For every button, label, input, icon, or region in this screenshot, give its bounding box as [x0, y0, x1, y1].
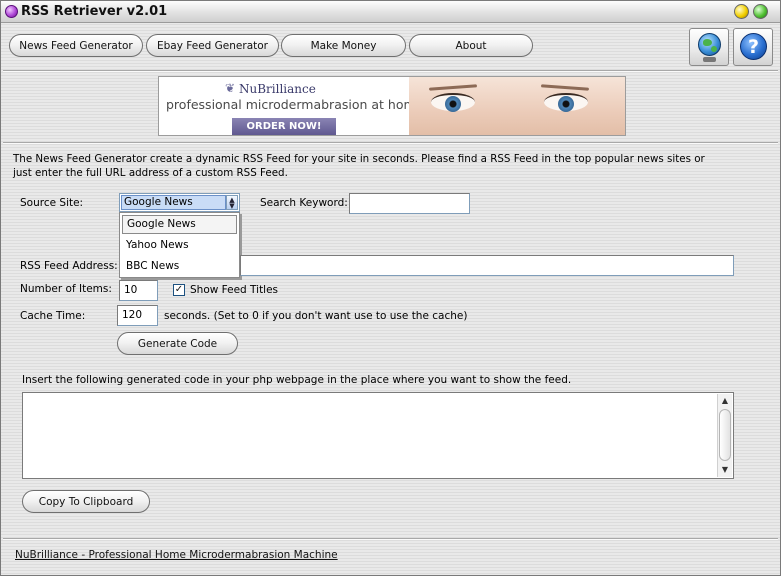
- code-scrollbar[interactable]: ▲ ▼: [717, 394, 732, 477]
- app-icon: [5, 5, 18, 18]
- banner-divider: [3, 142, 778, 144]
- cache-time-label: Cache Time:: [20, 310, 86, 322]
- source-site-selected-value: Google News: [121, 195, 226, 210]
- source-site-dropdown: Google News Yahoo News BBC News: [119, 212, 240, 278]
- dropdown-option-yahoo-news[interactable]: Yahoo News: [122, 236, 237, 255]
- web-button[interactable]: [689, 28, 729, 66]
- tab-news-feed-generator[interactable]: News Feed Generator: [9, 34, 143, 57]
- source-site-label: Source Site:: [20, 197, 84, 209]
- banner-eye-left: [431, 93, 475, 112]
- banner-iris-left: [445, 96, 461, 112]
- number-of-items-label: Number of Items:: [20, 283, 112, 295]
- footer-divider: [3, 538, 778, 540]
- app-window: RSS Retriever v2.01 News Feed Generator …: [0, 0, 781, 576]
- banner-brow-right: [540, 84, 590, 91]
- window-title: RSS Retriever v2.01: [21, 4, 168, 19]
- search-keyword-input[interactable]: [349, 193, 470, 214]
- dropdown-option-bbc-news[interactable]: BBC News: [122, 257, 237, 276]
- help-icon: ?: [740, 33, 767, 60]
- brand-logo-icon: ❦: [225, 81, 236, 95]
- copy-to-clipboard-button[interactable]: Copy To Clipboard: [22, 490, 150, 513]
- show-feed-titles-label: Show Feed Titles: [190, 284, 279, 296]
- chevron-updown-icon[interactable]: ▲ ▼: [226, 195, 238, 210]
- tab-make-money[interactable]: Make Money: [281, 34, 406, 57]
- tab-about[interactable]: About: [409, 34, 533, 57]
- banner-iris-right: [558, 96, 574, 112]
- globe-icon: [698, 33, 721, 56]
- banner-face-image: [409, 77, 625, 135]
- globe-stand-icon: [703, 57, 716, 62]
- scroll-down-icon[interactable]: ▼: [718, 463, 732, 477]
- source-site-select[interactable]: Google News ▲ ▼: [119, 193, 240, 212]
- maximize-button[interactable]: [753, 4, 768, 19]
- search-keyword-label: Search Keyword:: [260, 197, 348, 209]
- banner-brow-left: [428, 84, 478, 91]
- order-now-button[interactable]: ORDER NOW!: [232, 118, 336, 135]
- cache-time-hint: seconds. (Set to 0 if you don't want use…: [164, 310, 468, 322]
- show-feed-titles-checkbox[interactable]: ✓: [173, 284, 185, 296]
- footer-ad-link[interactable]: NuBrilliance - Professional Home Microde…: [15, 549, 338, 561]
- number-of-items-input[interactable]: 10: [119, 280, 158, 301]
- banner-brand: NuBrilliance: [239, 82, 316, 96]
- scroll-up-icon[interactable]: ▲: [718, 394, 732, 408]
- generator-description: The News Feed Generator create a dynamic…: [13, 153, 705, 179]
- rss-feed-address-input[interactable]: [240, 255, 734, 276]
- generate-code-button[interactable]: Generate Code: [117, 332, 238, 355]
- banner-eye-right: [544, 93, 588, 112]
- toolbar: News Feed Generator Ebay Feed Generator …: [3, 25, 778, 69]
- minimize-button[interactable]: [734, 4, 749, 19]
- generated-code-textarea[interactable]: ▲ ▼: [22, 392, 734, 479]
- title-bar: RSS Retriever v2.01: [1, 1, 780, 23]
- banner-tagline: professional microdermabrasion at home!: [166, 97, 429, 112]
- scroll-thumb[interactable]: [719, 409, 731, 461]
- toolbar-divider: [3, 70, 778, 72]
- cache-time-input[interactable]: 120: [117, 305, 158, 326]
- rss-feed-address-label: RSS Feed Address:: [20, 260, 118, 272]
- tab-ebay-feed-generator[interactable]: Ebay Feed Generator: [146, 34, 279, 57]
- ad-banner[interactable]: ❦ NuBrilliance professional microdermabr…: [158, 76, 626, 136]
- dropdown-option-google-news[interactable]: Google News: [122, 215, 237, 234]
- code-instructions: Insert the following generated code in y…: [22, 374, 572, 386]
- help-button[interactable]: ?: [733, 28, 773, 66]
